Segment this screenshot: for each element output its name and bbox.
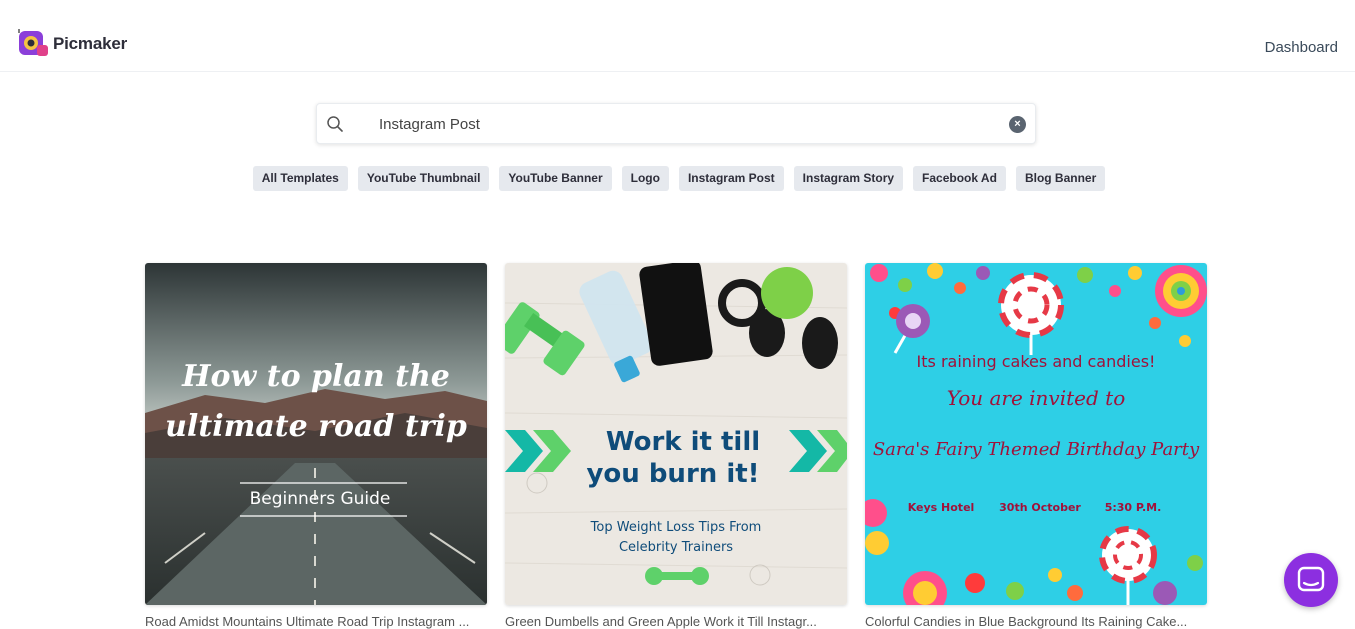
search-bar: ×: [316, 103, 1036, 144]
candies-venue: Keys Hotel: [908, 501, 975, 514]
template-caption-road-trip[interactable]: Road Amidst Mountains Ultimate Road Trip…: [145, 614, 487, 629]
dashboard-link[interactable]: Dashboard: [1265, 39, 1338, 56]
workout-title-line2: you burn it!: [586, 459, 759, 489]
workout-subtitle-line2: Celebrity Trainers: [619, 540, 733, 555]
candies-party-name: Sara's Fairy Themed Birthday Party: [873, 439, 1200, 460]
workout-title-line1: Work it till: [606, 427, 760, 457]
search-input[interactable]: [379, 113, 979, 135]
chip-logo[interactable]: Logo: [621, 166, 669, 191]
chip-youtube-thumbnail[interactable]: YouTube Thumbnail: [357, 166, 490, 191]
template-card-road-trip[interactable]: How to plan the ultimate road trip Begin…: [145, 263, 487, 605]
brand-name: Picmaker: [53, 34, 128, 53]
candies-invite: You are invited to: [947, 386, 1126, 410]
chip-facebook-ad[interactable]: Facebook Ad: [913, 166, 1006, 191]
road-trip-title-line1: How to plan the: [181, 359, 450, 394]
candies-headline: Its raining cakes and candies!: [917, 352, 1156, 371]
chip-blog-banner[interactable]: Blog Banner: [1015, 166, 1106, 191]
clear-search-icon[interactable]: ×: [1009, 116, 1026, 133]
chat-icon: [1297, 566, 1325, 592]
road-trip-title-line2: ultimate road trip: [165, 409, 467, 444]
colorful-lollipop-icon: [1155, 265, 1207, 317]
chip-youtube-banner[interactable]: YouTube Banner: [499, 166, 612, 191]
candies-time: 5:30 P.M.: [1105, 501, 1162, 514]
template-card-workout[interactable]: Work it till you burn it! Top Weight Los…: [505, 263, 847, 605]
workout-subtitle-line1: Top Weight Loss Tips From: [590, 520, 762, 535]
brand-logo[interactable]: Picmaker: [17, 29, 127, 59]
candies-date: 30th October: [999, 501, 1081, 514]
chip-all-templates[interactable]: All Templates: [252, 166, 348, 191]
category-chips: All Templates YouTube Thumbnail YouTube …: [0, 166, 1355, 191]
template-card-candies[interactable]: Its raining cakes and candies! You are i…: [865, 263, 1207, 605]
chat-support-button[interactable]: [1284, 553, 1338, 607]
picmaker-logo-icon: [17, 29, 49, 59]
top-header: Picmaker Dashboard: [0, 0, 1355, 72]
road-trip-subtitle: Beginners Guide: [250, 489, 391, 509]
chip-instagram-story[interactable]: Instagram Story: [793, 166, 904, 191]
search-icon: [326, 115, 344, 133]
template-caption-workout[interactable]: Green Dumbells and Green Apple Work it T…: [505, 614, 847, 629]
chip-instagram-post[interactable]: Instagram Post: [678, 166, 784, 191]
template-caption-candies[interactable]: Colorful Candies in Blue Background Its …: [865, 614, 1207, 629]
